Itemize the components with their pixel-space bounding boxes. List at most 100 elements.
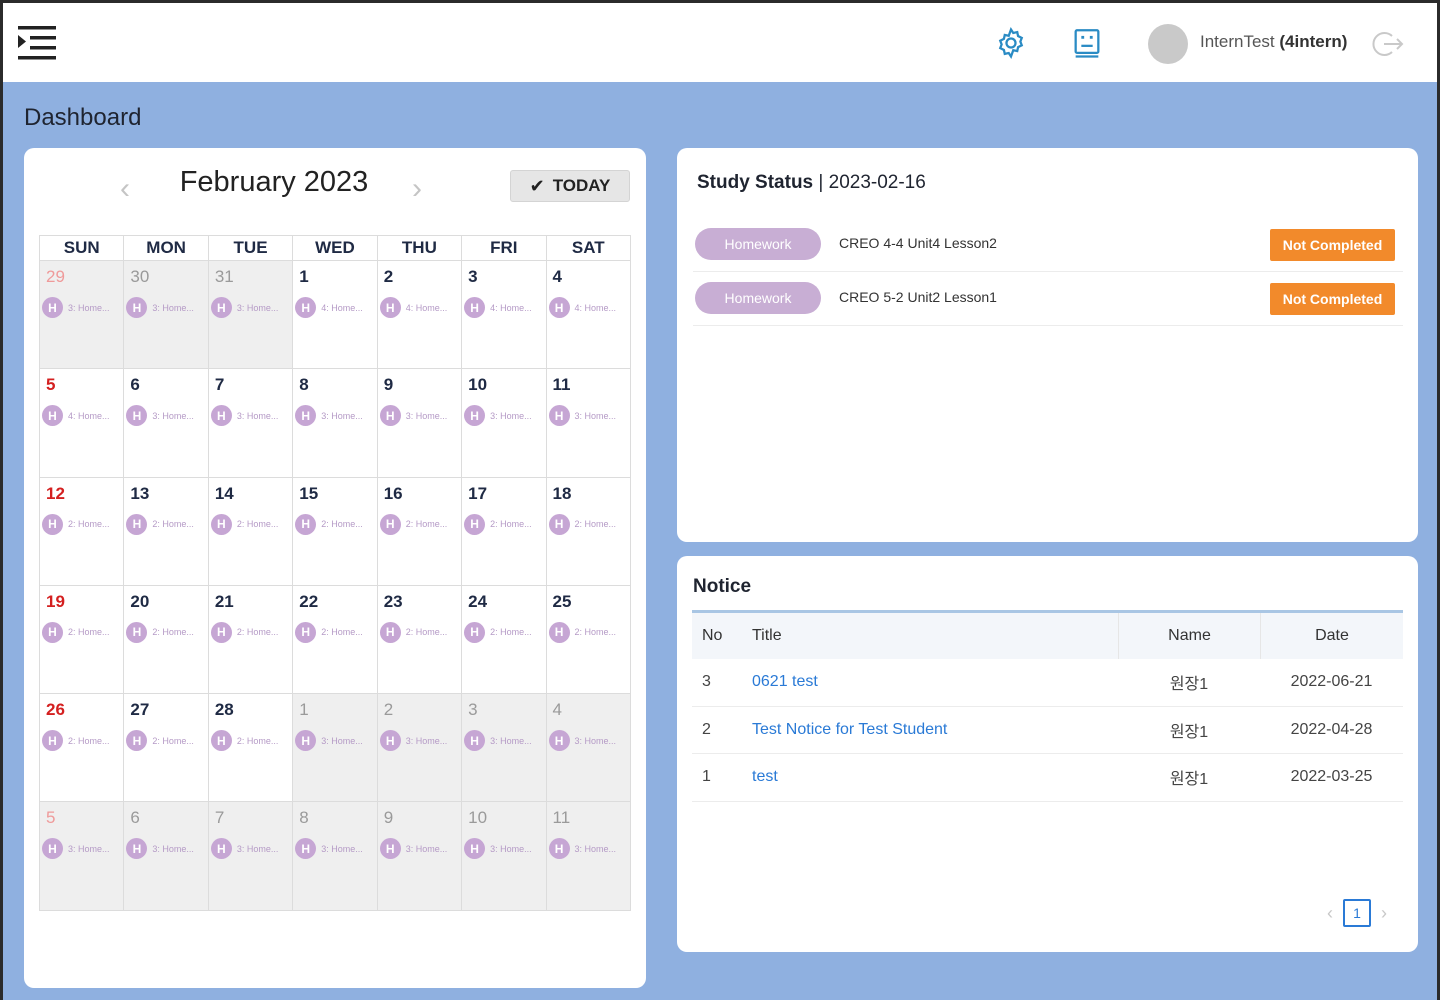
calendar-day-cell[interactable]: 4 H 3: Home... xyxy=(546,694,631,803)
calendar-event[interactable]: H 4: Home... xyxy=(379,297,447,318)
calendar-event[interactable]: H 2: Home... xyxy=(42,730,110,752)
next-page-icon[interactable]: › xyxy=(1377,903,1391,924)
calendar-event[interactable]: H 2: Home... xyxy=(379,621,447,643)
study-row[interactable]: Homework CREO 5-2 Unit2 Lesson1 Not Comp… xyxy=(693,274,1403,326)
calendar-event[interactable]: H 2: Home... xyxy=(126,513,194,535)
calendar-day-cell[interactable]: 7 H 3: Home... xyxy=(208,369,294,478)
calendar-event[interactable]: H 2: Home... xyxy=(464,513,532,535)
calendar-event[interactable]: H 3: Home... xyxy=(548,405,616,427)
calendar-event[interactable]: H 3: Home... xyxy=(464,405,532,427)
calendar-day-cell[interactable]: 3 H 4: Home... xyxy=(462,261,547,370)
calendar-day-cell[interactable]: 7 H 3: Home... xyxy=(208,802,294,911)
notice-title-link[interactable]: 0621 test xyxy=(752,673,818,690)
calendar-day-cell[interactable]: 22 H 2: Home... xyxy=(293,585,378,695)
calendar-event[interactable]: H 2: Home... xyxy=(464,621,532,643)
calendar-event[interactable]: H 2: Home... xyxy=(210,621,278,643)
calendar-day-cell[interactable]: 8 H 3: Home... xyxy=(293,369,378,478)
calendar-event[interactable]: H 3: Home... xyxy=(379,730,447,752)
calendar-event[interactable]: H 3: Home... xyxy=(210,405,278,427)
calendar-day-cell[interactable]: 24 H 2: Home... xyxy=(462,585,547,695)
table-row[interactable]: 2 Test Notice for Test Student 원장1 2022-… xyxy=(692,707,1403,754)
calendar-event[interactable]: H 3: Home... xyxy=(548,838,616,860)
calendar-day-cell[interactable]: 21 H 2: Home... xyxy=(208,585,294,695)
calendar-event[interactable]: H 2: Home... xyxy=(548,621,616,643)
calendar-event[interactable]: H 3: Home... xyxy=(295,730,363,752)
calendar-day-cell[interactable]: 2 H 3: Home... xyxy=(377,694,463,803)
calendar-day-cell[interactable]: 25 H 2: Home... xyxy=(546,585,631,695)
calendar-day-cell[interactable]: 31 H 3: Home... xyxy=(208,261,294,370)
calendar-event[interactable]: H 4: Home... xyxy=(464,297,532,318)
calendar-event[interactable]: H 3: Home... xyxy=(295,405,363,427)
calendar-day-cell[interactable]: 27 H 2: Home... xyxy=(124,694,209,803)
calendar-event[interactable]: H 3: Home... xyxy=(42,297,110,318)
calendar-event[interactable]: H 3: Home... xyxy=(126,838,194,860)
calendar-event[interactable]: H 3: Home... xyxy=(295,838,363,860)
calendar-day-cell[interactable]: 1 H 3: Home... xyxy=(293,694,378,803)
calendar-event[interactable]: H 4: Home... xyxy=(548,297,616,318)
calendar-event[interactable]: H 2: Home... xyxy=(42,513,110,535)
calendar-event[interactable]: H 3: Home... xyxy=(548,730,616,752)
calendar-day-cell[interactable]: 1 H 4: Home... xyxy=(293,261,378,370)
calendar-day-cell[interactable]: 4 H 4: Home... xyxy=(546,261,631,370)
calendar-event[interactable]: H 3: Home... xyxy=(210,838,278,860)
calendar-day-cell[interactable]: 30 H 3: Home... xyxy=(124,261,209,370)
indent-menu-icon[interactable] xyxy=(16,24,58,62)
gear-icon[interactable] xyxy=(994,26,1028,60)
calendar-event[interactable]: H 2: Home... xyxy=(210,513,278,535)
calendar-day-cell[interactable]: 26 H 2: Home... xyxy=(40,694,125,803)
calendar-day-cell[interactable]: 5 H 3: Home... xyxy=(40,802,125,911)
calendar-event[interactable]: H 4: Home... xyxy=(42,405,110,427)
calendar-event[interactable]: H 3: Home... xyxy=(126,297,194,318)
calendar-event[interactable]: H 2: Home... xyxy=(379,513,447,535)
calendar-day-cell[interactable]: 11 H 3: Home... xyxy=(546,369,631,478)
id-card-icon[interactable] xyxy=(1070,26,1104,60)
prev-page-icon[interactable]: ‹ xyxy=(1323,903,1337,924)
table-row[interactable]: 3 0621 test 원장1 2022-06-21 xyxy=(692,659,1403,707)
calendar-day-cell[interactable]: 14 H 2: Home... xyxy=(208,477,294,586)
table-row[interactable]: 1 test 원장1 2022-03-25 xyxy=(692,754,1403,802)
calendar-day-cell[interactable]: 23 H 2: Home... xyxy=(377,585,463,695)
calendar-event[interactable]: H 3: Home... xyxy=(464,838,532,860)
calendar-event[interactable]: H 3: Home... xyxy=(464,730,532,752)
notice-title-link[interactable]: test xyxy=(752,768,778,785)
calendar-event[interactable]: H 3: Home... xyxy=(210,297,278,318)
logout-icon[interactable] xyxy=(1370,28,1404,60)
calendar-event[interactable]: H 2: Home... xyxy=(42,621,110,643)
calendar-day-cell[interactable]: 8 H 3: Home... xyxy=(293,802,378,911)
calendar-event[interactable]: H 3: Home... xyxy=(42,838,110,860)
calendar-event[interactable]: H 2: Home... xyxy=(548,513,616,535)
calendar-day-cell[interactable]: 28 H 2: Home... xyxy=(208,694,294,803)
calendar-day-cell[interactable]: 6 H 3: Home... xyxy=(124,802,209,911)
calendar-day-cell[interactable]: 16 H 2: Home... xyxy=(377,477,463,586)
calendar-day-cell[interactable]: 20 H 2: Home... xyxy=(124,585,209,695)
calendar-day-cell[interactable]: 17 H 2: Home... xyxy=(462,477,547,586)
calendar-day-cell[interactable]: 11 H 3: Home... xyxy=(546,802,631,911)
next-month-icon[interactable]: › xyxy=(412,174,422,204)
calendar-event[interactable]: H 3: Home... xyxy=(126,405,194,427)
calendar-day-cell[interactable]: 10 H 3: Home... xyxy=(462,369,547,478)
calendar-day-cell[interactable]: 19 H 2: Home... xyxy=(40,585,125,695)
notice-title-link[interactable]: Test Notice for Test Student xyxy=(752,721,947,738)
calendar-day-cell[interactable]: 5 H 4: Home... xyxy=(40,369,125,478)
calendar-event[interactable]: H 2: Home... xyxy=(126,621,194,643)
calendar-day-cell[interactable]: 9 H 3: Home... xyxy=(377,802,463,911)
avatar[interactable] xyxy=(1148,24,1188,64)
page-button[interactable]: 1 xyxy=(1343,899,1371,927)
calendar-day-cell[interactable]: 12 H 2: Home... xyxy=(40,477,125,586)
today-button[interactable]: ✔ TODAY xyxy=(510,170,630,202)
calendar-event[interactable]: H 4: Home... xyxy=(295,297,363,318)
calendar-day-cell[interactable]: 13 H 2: Home... xyxy=(124,477,209,586)
calendar-day-cell[interactable]: 18 H 2: Home... xyxy=(546,477,631,586)
calendar-event[interactable]: H 2: Home... xyxy=(126,730,194,752)
calendar-day-cell[interactable]: 15 H 2: Home... xyxy=(293,477,378,586)
calendar-event[interactable]: H 3: Home... xyxy=(379,838,447,860)
calendar-day-cell[interactable]: 29 H 3: Home... xyxy=(40,261,125,370)
study-row[interactable]: Homework CREO 4-4 Unit4 Lesson2 Not Comp… xyxy=(693,220,1403,272)
calendar-event[interactable]: H 2: Home... xyxy=(210,730,278,752)
calendar-event[interactable]: H 2: Home... xyxy=(295,621,363,643)
calendar-day-cell[interactable]: 6 H 3: Home... xyxy=(124,369,209,478)
calendar-event[interactable]: H 2: Home... xyxy=(295,513,363,535)
calendar-day-cell[interactable]: 3 H 3: Home... xyxy=(462,694,547,803)
calendar-day-cell[interactable]: 2 H 4: Home... xyxy=(377,261,463,370)
calendar-event[interactable]: H 3: Home... xyxy=(379,405,447,427)
